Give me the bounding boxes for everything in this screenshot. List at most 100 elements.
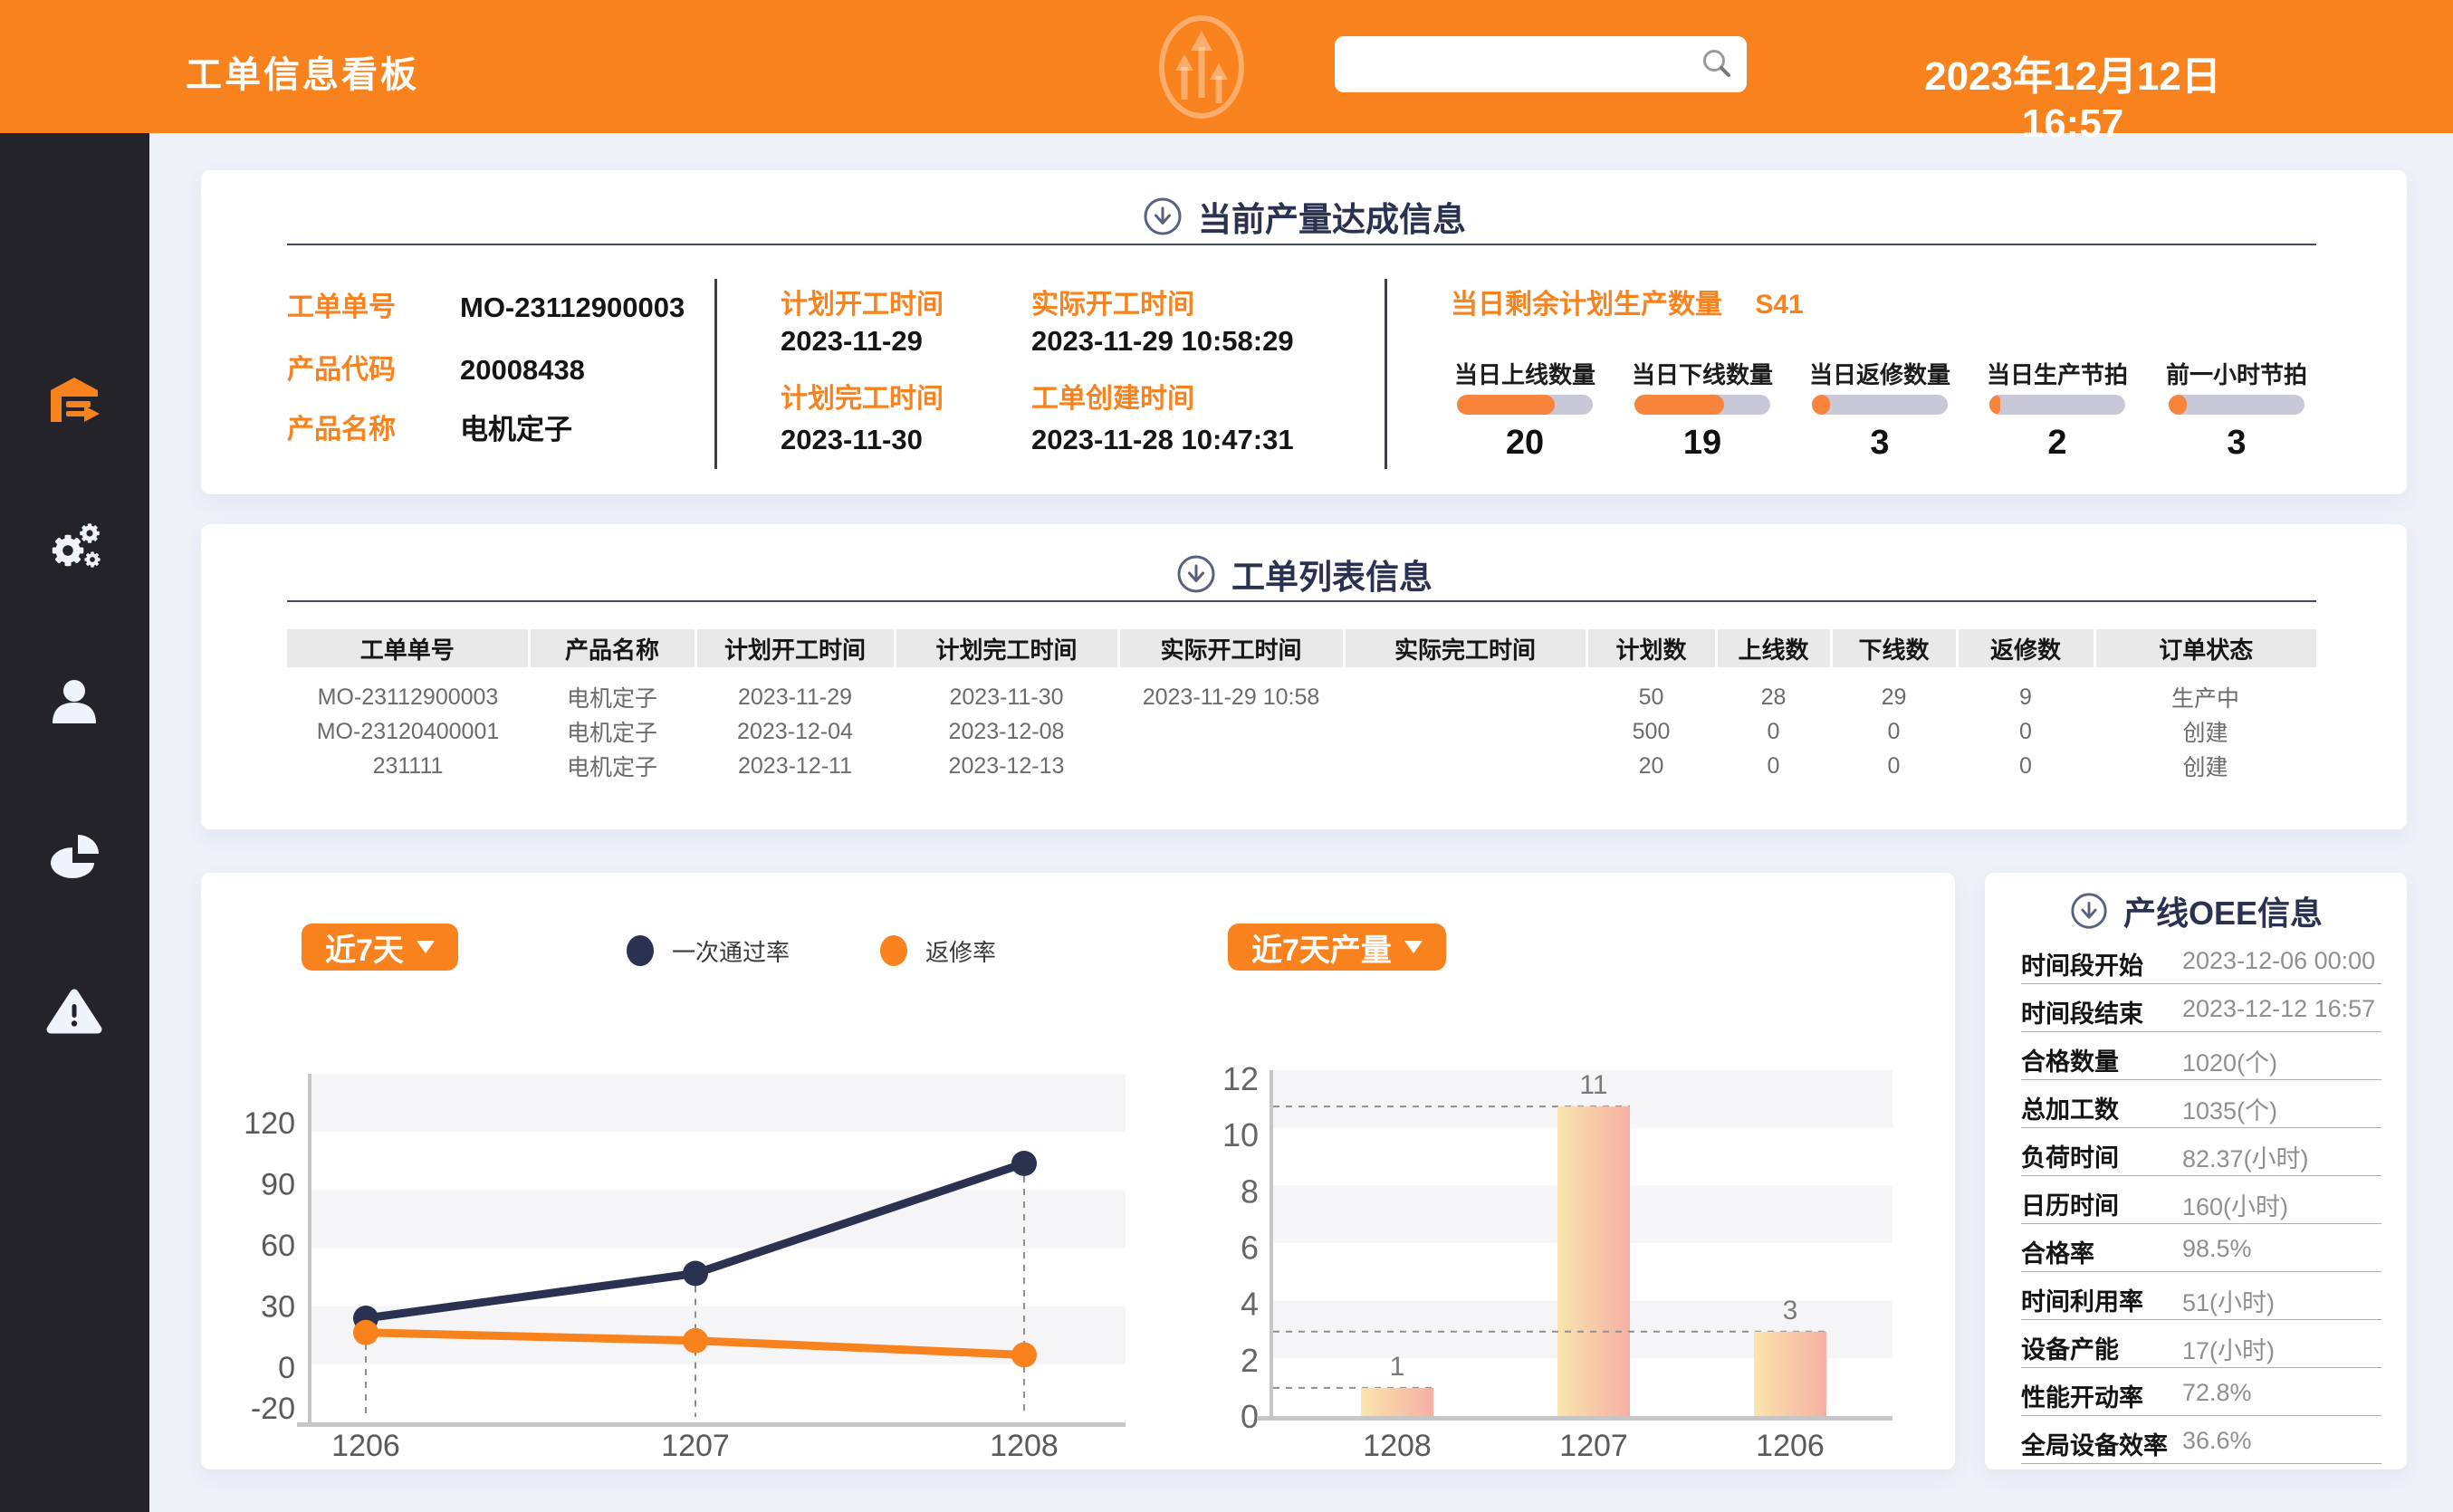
svg-text:1208: 1208	[990, 1429, 1059, 1463]
first-pass-yield-line-chart: 1209060300-20120612071208	[208, 1041, 1222, 1467]
table-cell: 2023-11-29 10:58	[1118, 680, 1344, 714]
stat-label: 前一小时节拍	[2155, 357, 2318, 390]
svg-text:90: 90	[261, 1168, 295, 1202]
sidebar-item-work-orders[interactable]	[43, 368, 106, 432]
oee-label: 合格率	[2021, 1234, 2094, 1269]
field-label: 产品名称	[287, 415, 396, 445]
orders-table-body: MO-23112900003电机定子2023-11-292023-11-3020…	[287, 667, 2316, 783]
oee-row: 性能开动率72.8%	[2021, 1368, 2381, 1416]
table-cell: 电机定子	[529, 714, 695, 749]
field-value: 2023-11-30	[781, 424, 923, 455]
svg-text:6: 6	[1241, 1230, 1259, 1267]
vertical-divider	[1385, 279, 1387, 469]
oee-row: 合格率 98.5%	[2021, 1224, 2381, 1272]
remaining-plan: 当日剩余计划生产数量 S41	[1451, 290, 1804, 321]
oee-value: 98.5%	[2182, 1235, 2252, 1263]
oee-value: 160(小时)	[2182, 1187, 2288, 1222]
stat-progress-fill	[1812, 395, 1830, 415]
bar-range-dropdown[interactable]: 近7天产量	[1228, 923, 1446, 971]
oee-value: 1020(个)	[2182, 1043, 2277, 1078]
field-value: 2023-11-29 10:58:29	[1031, 325, 1294, 357]
svg-text:11: 11	[1579, 1070, 1607, 1100]
oee-row: 日历时间 160(小时)	[2021, 1176, 2381, 1224]
field-value: 20008438	[460, 354, 585, 386]
field-label: 实际开工时间	[1031, 290, 1194, 321]
search-input[interactable]	[1347, 49, 1700, 80]
table-cell: 电机定子	[529, 749, 695, 783]
stat-progress-bar	[2169, 395, 2304, 415]
table-column-header: 产品名称	[529, 629, 695, 667]
table-row: MO-23120400001电机定子2023-12-042023-12-0850…	[287, 714, 2316, 749]
work-order-icon	[43, 368, 106, 432]
table-row: 231111电机定子2023-12-112023-12-1320000创建	[287, 749, 2316, 783]
warning-icon	[43, 978, 106, 1041]
field-label: 产品代码	[287, 355, 396, 386]
sidebar-item-reports[interactable]	[43, 824, 106, 887]
oee-row: 合格数量 1020(个)	[2021, 1032, 2381, 1080]
table-cell: 0	[1831, 749, 1957, 783]
oee-row: 时间段开始2023-12-06 00:00	[2021, 936, 2381, 984]
sidebar-item-settings[interactable]	[43, 514, 106, 578]
panel-title-text: 当前产量达成信息	[1198, 192, 1466, 241]
svg-text:1207: 1207	[1559, 1429, 1628, 1463]
table-column-header: 订单状态	[2094, 629, 2316, 667]
dashboard-root: 工单信息看板 2023年12月12日 16:57	[0, 0, 2453, 1512]
line-chart-legend: 一次通过率 返修率	[627, 931, 996, 971]
sidebar-item-alerts[interactable]	[43, 978, 106, 1041]
stat-progress-fill	[1634, 395, 1724, 415]
line-range-dropdown[interactable]: 近7天	[302, 923, 458, 971]
table-cell: 2023-11-30	[895, 680, 1118, 714]
top-header: 工单信息看板 2023年12月12日 16:57	[0, 0, 2453, 133]
svg-text:0: 0	[1241, 1398, 1259, 1435]
svg-text:120: 120	[244, 1106, 295, 1141]
legend-item-1[interactable]: 返修率	[880, 934, 996, 968]
stat-value: 19	[1621, 424, 1784, 463]
charts-panel: 近7天 一次通过率返修率 近7天产量 1209060300-2012061207…	[201, 873, 1955, 1469]
stat-progress-fill	[1989, 395, 2000, 415]
oee-value: 2023-12-12 16:57	[2182, 995, 2375, 1023]
field-value: MO-23112900003	[460, 292, 685, 323]
table-column-header: 工单单号	[287, 629, 529, 667]
table-cell: 2023-12-11	[695, 749, 895, 783]
table-cell: 创建	[2094, 714, 2316, 749]
user-icon	[43, 670, 106, 733]
oee-row: 全局设备效率36.6%	[2021, 1416, 2381, 1464]
circle-down-arrow-icon	[1142, 196, 1183, 237]
table-column-header: 实际完工时间	[1344, 629, 1586, 667]
title-divider	[287, 600, 2316, 602]
table-cell: 2023-12-08	[895, 714, 1118, 749]
app-title: 工单信息看板	[186, 45, 419, 98]
oee-label: 负荷时间	[2021, 1138, 2119, 1173]
legend-item-0[interactable]: 一次通过率	[627, 934, 790, 968]
orders-table: 工单单号产品名称计划开工时间计划完工时间实际开工时间实际完工时间计划数上线数下线…	[287, 629, 2316, 783]
stat-label: 当日下线数量	[1621, 357, 1784, 390]
orders-table-header-row: 工单单号产品名称计划开工时间计划完工时间实际开工时间实际完工时间计划数上线数下线…	[287, 629, 2316, 667]
oee-label: 时间利用率	[2021, 1282, 2143, 1317]
sidebar-item-users[interactable]	[43, 670, 106, 733]
stat-value: 3	[1798, 424, 1961, 463]
table-cell: 2023-12-13	[895, 749, 1118, 783]
table-cell: 2023-11-29	[695, 680, 895, 714]
legend-label: 返修率	[925, 934, 996, 968]
recent-7day-output-bar-chart: 0246810121120811120731206	[1204, 1041, 1965, 1467]
table-spacer-cell	[287, 667, 2316, 680]
table-cell: 500	[1586, 714, 1716, 749]
table-cell: MO-23120400001	[287, 714, 529, 749]
legend-dot-icon	[880, 935, 907, 966]
oee-label: 日历时间	[2021, 1186, 2119, 1221]
logo-growth-icon	[1150, 9, 1253, 125]
oee-label: 合格数量	[2021, 1042, 2119, 1077]
table-column-header: 返修数	[1957, 629, 2094, 667]
table-cell: 231111	[287, 749, 529, 783]
oee-row: 时间段结束2023-12-12 16:57	[2021, 984, 2381, 1032]
oee-label: 设备产能	[2021, 1330, 2119, 1365]
oee-label: 性能开动率	[2021, 1378, 2143, 1413]
oee-panel: 产线OEE信息 时间段开始2023-12-06 00:00时间段结束2023-1…	[1985, 873, 2407, 1469]
table-cell: 29	[1831, 680, 1957, 714]
legend-dot-icon	[627, 935, 654, 966]
search-icon[interactable]	[1700, 47, 1734, 81]
svg-text:12: 12	[1222, 1060, 1259, 1097]
pie-chart-icon	[43, 824, 106, 887]
svg-text:1207: 1207	[661, 1429, 730, 1463]
field-value: 电机定子	[460, 414, 572, 445]
